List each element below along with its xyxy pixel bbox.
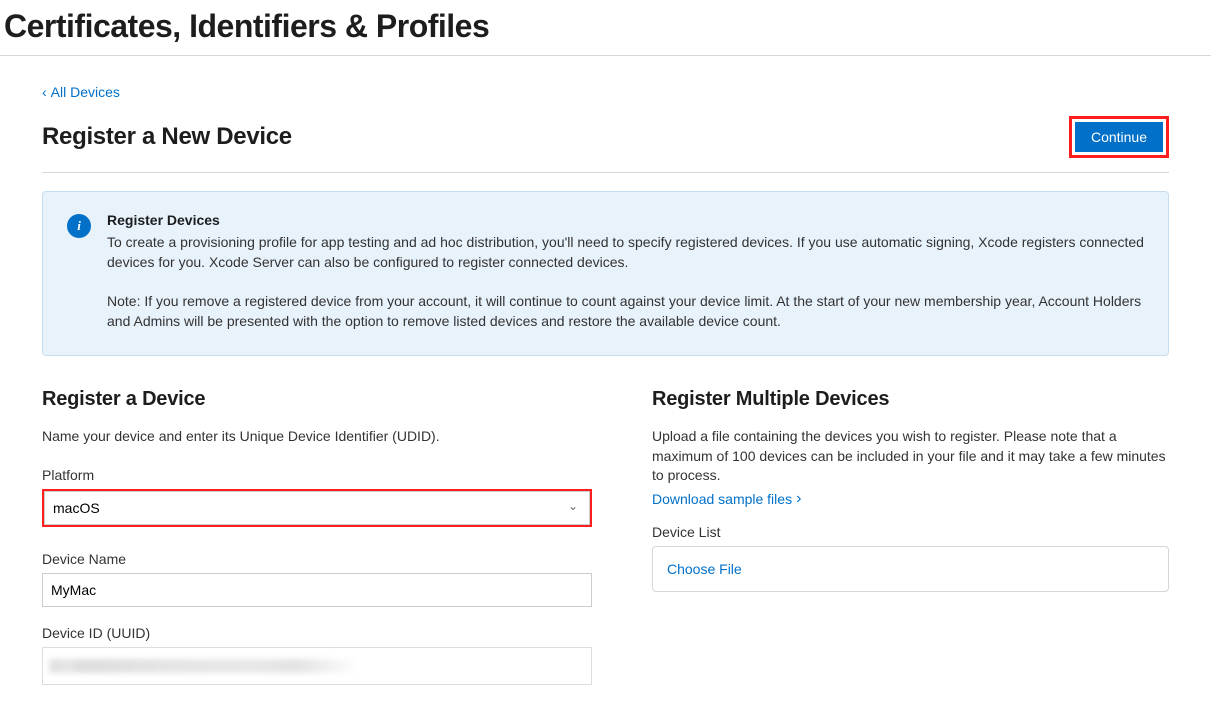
continue-button[interactable]: Continue [1075,122,1163,152]
continue-highlight: Continue [1069,116,1169,158]
file-upload-box: Choose File [652,546,1169,592]
two-columns: Register a Device Name your device and e… [42,388,1169,703]
platform-select-wrapper: macOS [42,489,592,527]
sub-title: Register a New Device [42,123,292,151]
left-section-desc: Name your device and enter its Unique De… [42,427,592,447]
page-main-title: Certificates, Identifiers & Profiles [0,0,1211,56]
platform-select[interactable]: macOS [44,491,590,525]
left-section-title: Register a Device [42,388,592,411]
platform-label: Platform [42,467,592,483]
content-area: ‹ All Devices Register a New Device Cont… [0,56,1211,723]
download-sample-files-link[interactable]: Download sample files [652,490,801,508]
device-name-input[interactable] [42,573,592,607]
right-section-title: Register Multiple Devices [652,388,1169,411]
register-multiple-devices-section: Register Multiple Devices Upload a file … [652,388,1169,703]
device-id-label: Device ID (UUID) [42,625,592,641]
header-row: Register a New Device Continue [42,116,1169,173]
device-name-label: Device Name [42,551,592,567]
register-single-device-section: Register a Device Name your device and e… [42,388,592,703]
info-title: Register Devices [107,212,1144,228]
back-link-text: All Devices [51,84,120,100]
info-content: Register Devices To create a provisionin… [107,212,1144,331]
info-icon: i [67,214,91,238]
info-paragraph-2: Note: If you remove a registered device … [107,291,1144,332]
chevron-left-icon: ‹ [42,84,47,100]
device-id-redacted [49,659,359,673]
back-all-devices-link[interactable]: ‹ All Devices [42,84,120,100]
device-list-label: Device List [652,524,1169,540]
device-name-group: Device Name [42,551,592,607]
right-section-desc: Upload a file containing the devices you… [652,427,1169,486]
info-box: i Register Devices To create a provision… [42,191,1169,356]
device-id-group: Device ID (UUID) [42,625,592,685]
device-id-input[interactable] [42,647,592,685]
choose-file-button[interactable]: Choose File [667,557,742,581]
info-paragraph-1: To create a provisioning profile for app… [107,232,1144,273]
device-list-group: Device List Choose File [652,524,1169,592]
